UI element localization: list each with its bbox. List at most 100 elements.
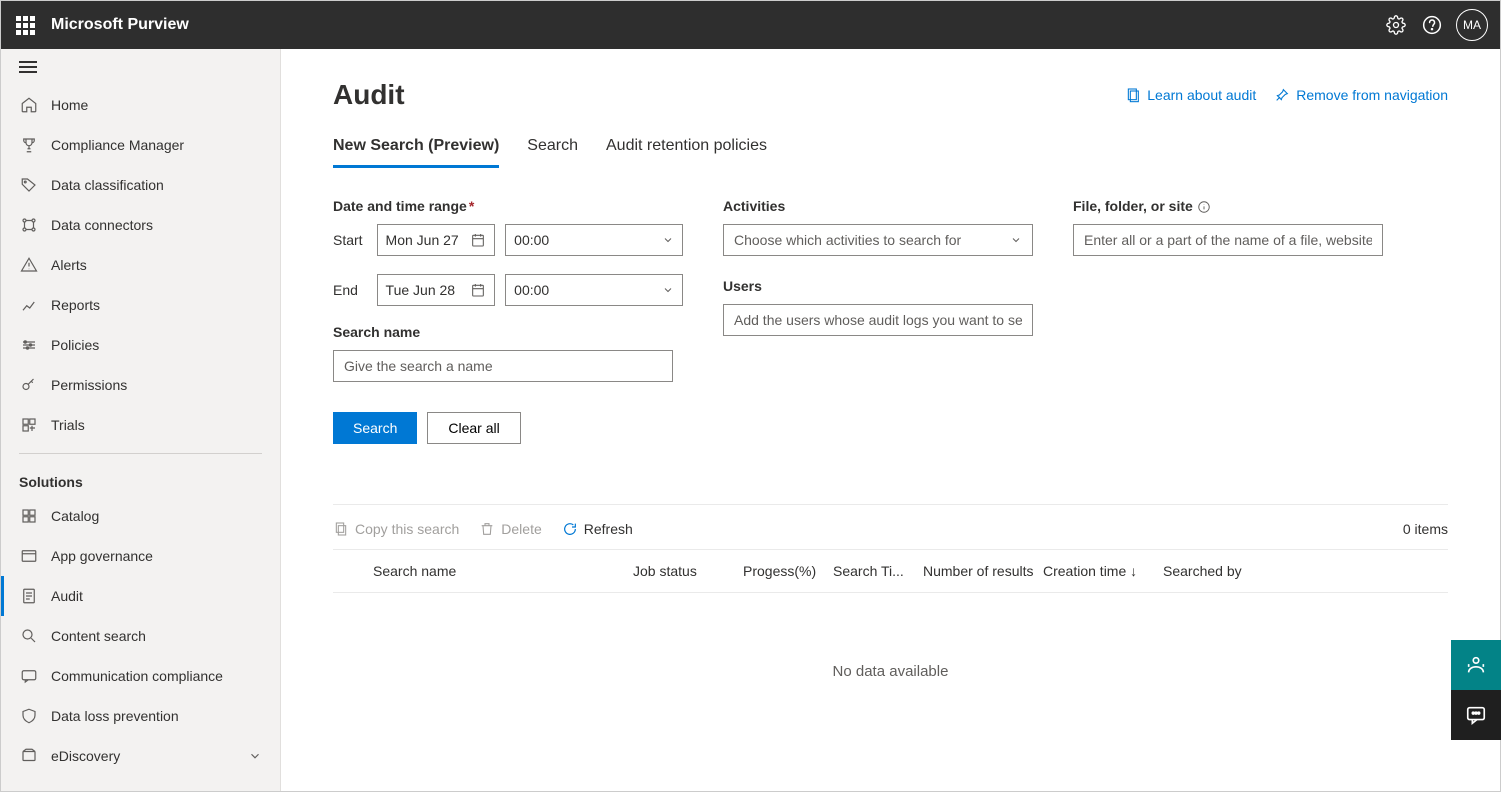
settings-icon[interactable] (1380, 9, 1412, 41)
nav-data-connectors[interactable]: Data connectors (1, 205, 280, 245)
results-table: Search name Job status Progess(%) Search… (333, 549, 1448, 593)
nav-trials[interactable]: Trials (1, 405, 280, 445)
sidebar: Home Compliance Manager Data classificat… (1, 49, 281, 791)
trophy-icon (19, 135, 39, 155)
dlp-icon (19, 706, 39, 726)
file-input[interactable] (1073, 224, 1383, 256)
nav-label: Home (51, 97, 88, 113)
policies-icon (19, 335, 39, 355)
nav-catalog[interactable]: Catalog (1, 496, 280, 536)
col-searched-by[interactable]: Searched by (1163, 563, 1343, 579)
date-range-label: Date and time range* (333, 198, 683, 214)
nav-communication-compliance[interactable]: Communication compliance (1, 656, 280, 696)
comms-icon (19, 666, 39, 686)
nav-label: Reports (51, 297, 100, 313)
tabs: New Search (Preview) Search Audit retent… (333, 131, 1448, 168)
start-time-picker[interactable]: 00:00 (505, 224, 683, 256)
app-launcher-icon[interactable] (13, 13, 37, 37)
nav-content-search[interactable]: Content search (1, 616, 280, 656)
copy-search-button: Copy this search (333, 521, 459, 537)
nav-label: eDiscovery (51, 748, 120, 764)
search-name-input[interactable] (333, 350, 673, 382)
user-avatar[interactable]: MA (1456, 9, 1488, 41)
chevron-down-icon (1010, 234, 1022, 246)
col-number-results[interactable]: Number of results (923, 563, 1043, 579)
key-icon (19, 375, 39, 395)
ediscovery-icon (19, 746, 39, 766)
file-label: File, folder, or site (1073, 198, 1383, 214)
activities-label: Activities (723, 198, 1033, 214)
nav-reports[interactable]: Reports (1, 285, 280, 325)
catalog-icon (19, 506, 39, 526)
info-icon[interactable] (1197, 200, 1211, 214)
nav-label: Content search (51, 628, 146, 644)
collapse-nav-icon[interactable] (19, 61, 37, 73)
solutions-heading: Solutions (1, 462, 280, 496)
chart-icon (19, 295, 39, 315)
connector-icon (19, 215, 39, 235)
end-time-picker[interactable]: 00:00 (505, 274, 683, 306)
tab-new-search[interactable]: New Search (Preview) (333, 131, 499, 168)
nav-policies[interactable]: Policies (1, 325, 280, 365)
nav-home[interactable]: Home (1, 85, 280, 125)
clear-all-button[interactable]: Clear all (427, 412, 520, 444)
learn-about-audit-link[interactable]: Learn about audit (1125, 87, 1256, 103)
nav-data-classification[interactable]: Data classification (1, 165, 280, 205)
nav-label: Alerts (51, 257, 87, 273)
nav-label: Permissions (51, 377, 127, 393)
start-label: Start (333, 232, 367, 248)
nav-data-loss-prevention[interactable]: Data loss prevention (1, 696, 280, 736)
no-data-message: No data available (333, 593, 1448, 750)
col-creation-time[interactable]: Creation time ↓ (1043, 563, 1163, 579)
appgov-icon (19, 546, 39, 566)
main-content: Audit Learn about audit Remove from navi… (281, 49, 1500, 791)
chevron-down-icon (248, 749, 262, 763)
search-button[interactable]: Search (333, 412, 417, 444)
nav-label: Policies (51, 337, 99, 353)
end-label: End (333, 282, 367, 298)
audit-icon (19, 586, 39, 606)
end-date-picker[interactable]: Tue Jun 28 (377, 274, 496, 306)
nav-label: Data connectors (51, 217, 153, 233)
delete-button: Delete (479, 521, 541, 537)
nav-app-governance[interactable]: App governance (1, 536, 280, 576)
nav-alerts[interactable]: Alerts (1, 245, 280, 285)
chevron-down-icon (662, 284, 674, 296)
page-title: Audit (333, 79, 405, 111)
chevron-down-icon (662, 234, 674, 246)
sort-down-icon: ↓ (1130, 563, 1137, 579)
feedback-widget-button[interactable] (1451, 690, 1501, 740)
unpin-icon (1274, 87, 1290, 103)
doc-icon (1125, 87, 1141, 103)
users-label: Users (723, 278, 1033, 294)
calendar-icon (470, 282, 486, 298)
home-icon (19, 95, 39, 115)
start-date-picker[interactable]: Mon Jun 27 (377, 224, 496, 256)
nav-label: Data loss prevention (51, 708, 179, 724)
remove-from-navigation-link[interactable]: Remove from navigation (1274, 87, 1448, 103)
col-job-status[interactable]: Job status (633, 563, 743, 579)
nav-ediscovery[interactable]: eDiscovery (1, 736, 280, 776)
search-icon (19, 626, 39, 646)
calendar-icon (470, 232, 486, 248)
nav-compliance-manager[interactable]: Compliance Manager (1, 125, 280, 165)
tab-search[interactable]: Search (527, 131, 578, 168)
col-search-time[interactable]: Search Ti... (833, 563, 923, 579)
users-input[interactable] (723, 304, 1033, 336)
help-icon[interactable] (1416, 9, 1448, 41)
nav-audit[interactable]: Audit (1, 576, 280, 616)
activities-dropdown[interactable]: Choose which activities to search for (723, 224, 1033, 256)
nav-permissions[interactable]: Permissions (1, 365, 280, 405)
nav-label: Communication compliance (51, 668, 223, 684)
col-search-name[interactable]: Search name (373, 563, 633, 579)
tab-audit-retention-policies[interactable]: Audit retention policies (606, 131, 767, 168)
support-widget-button[interactable] (1451, 640, 1501, 690)
nav-label: Compliance Manager (51, 137, 184, 153)
nav-label: Trials (51, 417, 85, 433)
alert-icon (19, 255, 39, 275)
tag-icon (19, 175, 39, 195)
refresh-button[interactable]: Refresh (562, 521, 633, 537)
col-progress[interactable]: Progess(%) (743, 563, 833, 579)
nav-label: Audit (51, 588, 83, 604)
nav-label: Data classification (51, 177, 164, 193)
